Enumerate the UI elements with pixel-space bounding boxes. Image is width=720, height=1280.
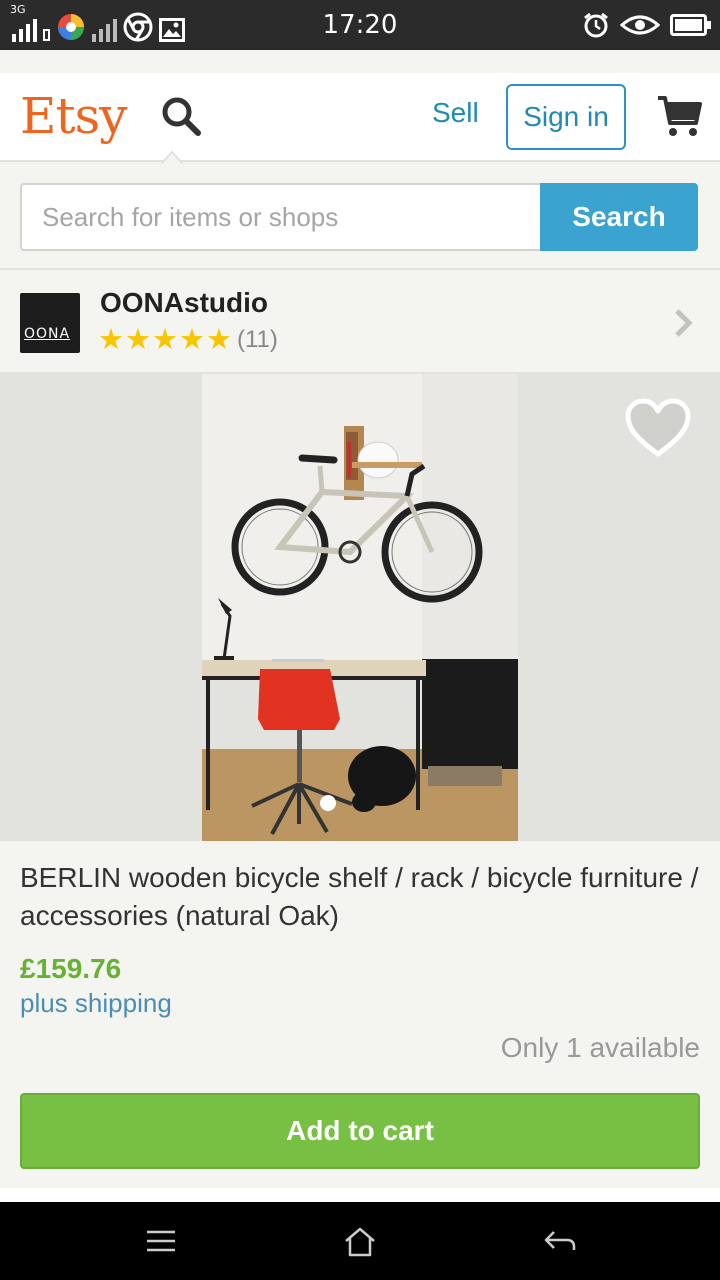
system-nav-bar [0, 1202, 720, 1280]
search-button[interactable]: Search [540, 183, 698, 251]
star-icon: ★ [206, 324, 232, 356]
sell-link[interactable]: Sell [432, 97, 479, 129]
shop-name[interactable]: OONAstudio [100, 287, 268, 319]
favorite-heart-icon[interactable] [624, 398, 692, 460]
home-icon[interactable] [343, 1226, 377, 1258]
listing-price: £159.76 [20, 953, 122, 984]
listing-image-carousel[interactable] [0, 372, 720, 841]
battery-icon [670, 14, 711, 36]
cart-icon[interactable] [656, 93, 702, 139]
menu-icon[interactable] [145, 1226, 177, 1256]
star-icon: ★ [125, 324, 151, 356]
status-bar: 3G 17:20 [0, 0, 720, 50]
eye-comfort-icon [620, 15, 660, 35]
shipping-link[interactable]: plus shipping [20, 988, 172, 1019]
search-bar: Search [0, 164, 720, 270]
chevron-right-icon[interactable] [673, 307, 695, 339]
search-input[interactable] [20, 183, 542, 251]
availability-text: Only 1 available [500, 1032, 700, 1063]
shop-header[interactable]: OONA OONAstudio ★ ★ ★ ★ ★ (11) [0, 272, 720, 372]
bicycle-shelf-photo [202, 374, 518, 841]
sign-in-button[interactable]: Sign in [506, 84, 626, 150]
section-divider [0, 1188, 720, 1202]
alarm-icon [584, 12, 608, 38]
shop-avatar[interactable]: OONA [20, 293, 80, 353]
listing-photo[interactable] [202, 374, 518, 841]
add-to-cart-button[interactable]: Add to cart [20, 1093, 700, 1169]
site-header: Etsy Sell Sign in [0, 73, 720, 164]
star-icon: ★ [98, 324, 124, 356]
status-icons-right [582, 8, 712, 42]
review-count: (11) [237, 326, 278, 353]
carousel-dot-active[interactable] [320, 795, 336, 811]
shop-avatar-text: OONA [24, 326, 71, 342]
star-icon: ★ [179, 324, 205, 356]
back-icon[interactable] [543, 1226, 577, 1256]
listing-title: BERLIN wooden bicycle shelf / rack / bic… [20, 862, 699, 931]
shop-rating: ★ ★ ★ ★ ★ (11) [98, 324, 278, 356]
etsy-logo[interactable]: Etsy [20, 87, 127, 145]
search-pointer-caret [161, 150, 183, 164]
search-icon[interactable] [160, 95, 204, 139]
star-icon: ★ [152, 324, 178, 356]
